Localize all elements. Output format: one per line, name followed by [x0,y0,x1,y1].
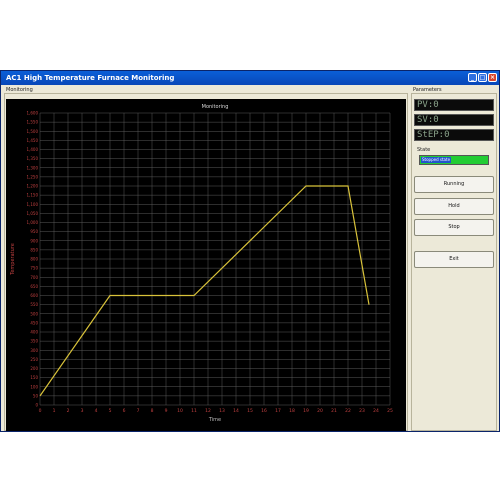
y-tick-label: 1,350 [27,156,39,161]
x-tick-label: 3 [81,408,84,414]
sv-display: SV:0 [414,114,494,126]
running-button[interactable]: Running [414,176,494,193]
y-tick-label: 1,150 [27,193,39,198]
x-tick-label: 22 [345,408,351,414]
title-bar[interactable]: AC1 High Temperature Furnace Monitoring … [1,71,499,85]
hold-button[interactable]: Hold [414,198,494,215]
y-tick-label: 900 [30,238,38,243]
y-tick-label: 650 [30,284,38,289]
maximize-button[interactable]: □ [478,73,487,82]
x-axis-label: Time [208,417,221,423]
x-tick-label: 12 [205,408,211,414]
y-tick-label: 600 [30,293,38,298]
x-tick-label: 2 [67,408,70,414]
y-axis-label: Temperature [10,243,16,276]
x-tick-label: 19 [303,408,309,414]
x-tick-label: 23 [359,408,365,414]
y-tick-label: 550 [30,302,38,307]
y-tick-label: 50 [33,393,39,398]
y-tick-label: 1,400 [27,147,39,152]
x-tick-label: 6 [123,408,126,414]
y-tick-label: 1,200 [27,184,39,189]
x-tick-label: 25 [387,408,393,414]
y-tick-label: 200 [30,366,38,371]
state-label: State [417,147,431,153]
x-tick-label: 1 [53,408,56,414]
y-tick-label: 0 [35,403,38,408]
x-tick-label: 17 [275,408,281,414]
y-tick-label: 450 [30,320,38,325]
step-display: StEP:0 [414,129,494,141]
pv-display: PV:0 [414,99,494,111]
y-tick-label: 100 [30,384,38,389]
y-tick-label: 950 [30,229,38,234]
x-tick-label: 15 [247,408,253,414]
y-tick-label: 1,050 [27,211,39,216]
temperature-series-line [39,185,370,397]
x-tick-label: 10 [177,408,183,414]
window-title: AC1 High Temperature Furnace Monitoring [6,74,175,82]
x-tick-label: 16 [261,408,267,414]
main-window: AC1 High Temperature Furnace Monitoring … [0,70,500,432]
y-tick-label: 850 [30,247,38,252]
chart-title: Monitoring [202,104,229,110]
y-tick-label: 500 [30,311,38,316]
chart-svg: 0 1 2 3 4 5 6 7 8 9 10 11 12 13 14 15 16 17 18 19 20 21 22 23 24… [10,104,393,423]
y-tick-label: 400 [30,330,38,335]
y-tick-label: 1,600 [27,111,39,116]
x-tick-label: 0 [39,408,42,414]
y-tick-label: 350 [30,339,38,344]
x-tick-label: 7 [137,408,140,414]
x-tick-label: 4 [95,408,98,414]
x-tick-label: 20 [317,408,323,414]
y-tick-label: 1,450 [27,138,39,143]
stop-button[interactable]: Stop [414,219,494,236]
y-tick-label: 1,100 [27,202,39,207]
x-tick-label: 5 [109,408,112,414]
x-tick-label: 14 [233,408,239,414]
x-tick-label: 21 [331,408,337,414]
x-tick-label: 9 [165,408,168,414]
y-tick-label: 1,250 [27,174,39,179]
minimize-button[interactable]: _ [468,73,477,82]
x-tick-label: 13 [219,408,225,414]
y-tick-label: 750 [30,266,38,271]
monitoring-chart: 0 1 2 3 4 5 6 7 8 9 10 11 12 13 14 15 16 17 18 19 20 21 22 23 24… [6,99,406,431]
x-tick-label: 18 [289,408,295,414]
y-tick-label: 1,500 [27,129,39,134]
y-tick-label: 1,550 [27,120,39,125]
y-tick-label: 800 [30,257,38,262]
x-tick-label: 8 [151,408,154,414]
y-tick-label: 1,000 [27,220,39,225]
y-tick-label: 1,300 [27,165,39,170]
state-indicator: Stopped state [419,155,489,165]
y-tick-label: 300 [30,348,38,353]
y-tick-label: 250 [30,357,38,362]
state-value: Stopped state [421,157,452,163]
x-tick-label: 11 [191,408,197,414]
exit-button[interactable]: Exit [414,251,494,268]
y-tick-label: 150 [30,375,38,380]
close-button[interactable]: × [488,73,497,82]
x-tick-label: 24 [373,408,379,414]
y-tick-label: 700 [30,275,38,280]
